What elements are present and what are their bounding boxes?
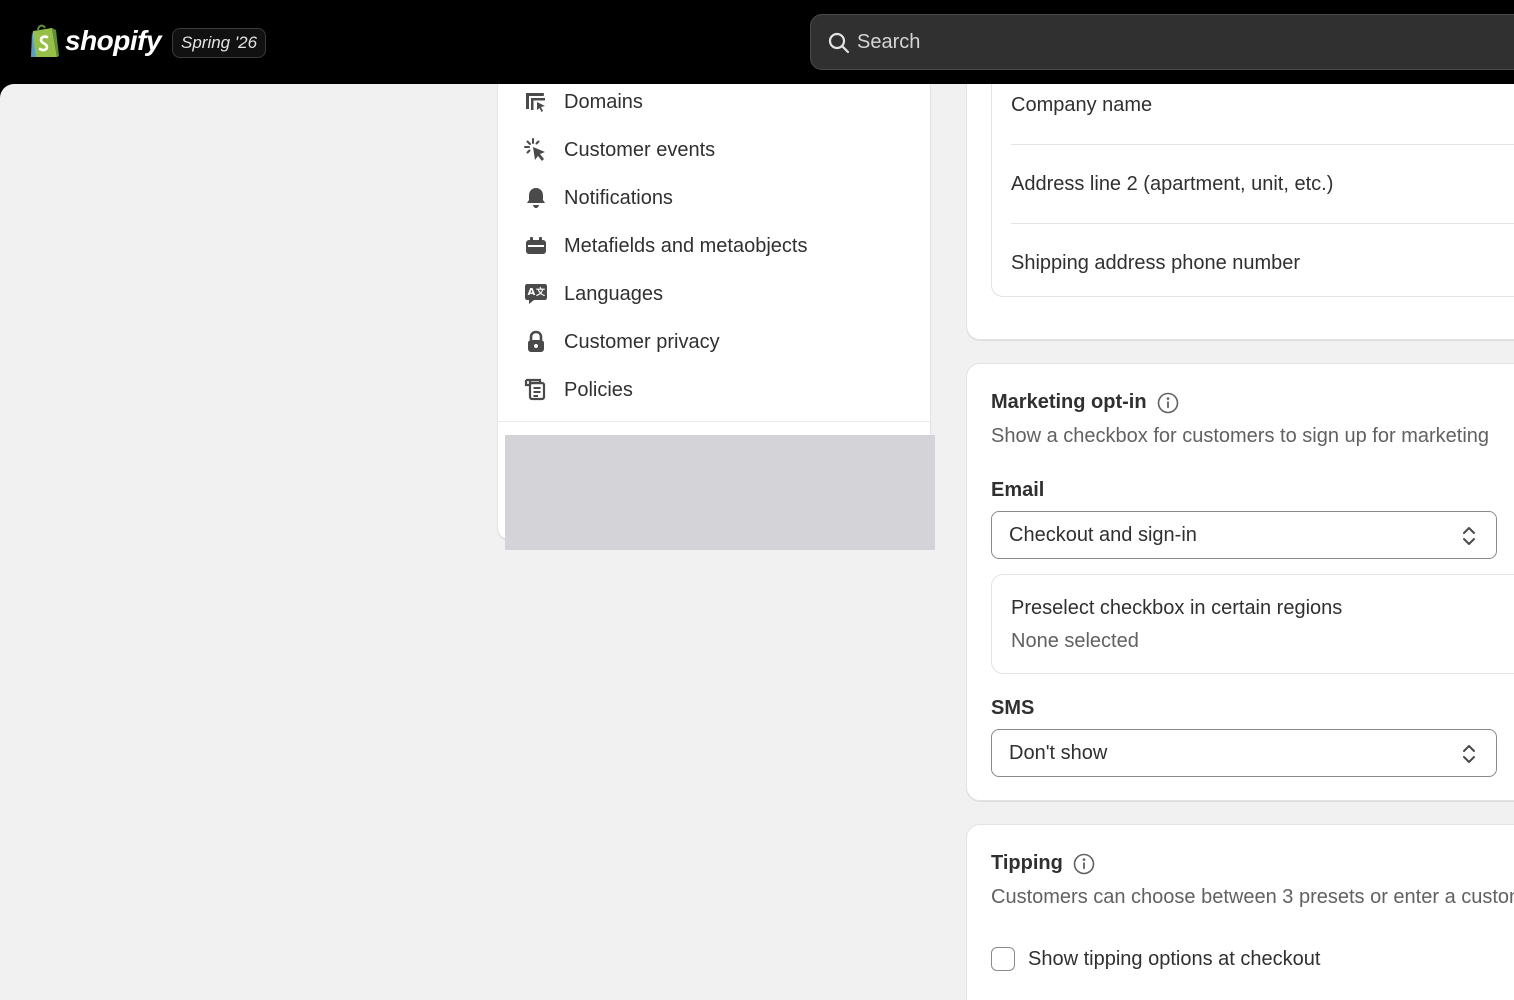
- lock-icon: [524, 330, 548, 354]
- nav-item-domains[interactable]: Domains: [524, 87, 643, 117]
- nav-item-notifications[interactable]: Notifications: [524, 183, 673, 213]
- version-badge[interactable]: Spring '26: [172, 28, 267, 58]
- address-fields-card: Company name Address line 2 (apartment, …: [966, 84, 1514, 340]
- address-fields-list: Company name Address line 2 (apartment, …: [991, 84, 1514, 297]
- field-row-address-line-2[interactable]: Address line 2 (apartment, unit, etc.): [1011, 145, 1514, 224]
- info-icon[interactable]: [1157, 392, 1179, 414]
- nav-item-customer-events[interactable]: Customer events: [524, 135, 715, 165]
- search-bar[interactable]: [810, 14, 1514, 70]
- marketing-description: Show a checkbox for customers to sign up…: [991, 425, 1490, 447]
- language-icon: A 文: [524, 282, 548, 306]
- chevron-up-down-icon: [1463, 745, 1475, 763]
- domains-icon: [524, 90, 548, 114]
- svg-text:文: 文: [535, 286, 546, 298]
- policies-icon: [524, 378, 548, 402]
- top-bar: shopify Spring '26: [0, 0, 1514, 84]
- tipping-checkbox[interactable]: [991, 947, 1015, 971]
- metafields-icon: [524, 234, 548, 258]
- chevron-up-down-icon: [1463, 527, 1475, 545]
- marketing-title: Marketing opt-in: [991, 391, 1179, 414]
- nav-item-policies[interactable]: Policies: [524, 375, 633, 405]
- nav-item-languages[interactable]: A 文 Languages: [524, 279, 663, 309]
- nav-item-metafields[interactable]: Metafields and metaobjects: [524, 231, 807, 261]
- bell-icon: [524, 186, 548, 210]
- preselect-regions-row[interactable]: Preselect checkbox in certain regions No…: [991, 574, 1514, 674]
- sms-label: SMS: [991, 697, 1035, 719]
- email-select[interactable]: Checkout and sign-in: [991, 511, 1497, 559]
- field-row-shipping-phone[interactable]: Shipping address phone number: [1011, 224, 1514, 303]
- brand-wordmark: shopify: [65, 25, 162, 56]
- tipping-description: Customers can choose between 3 presets o…: [991, 886, 1514, 908]
- shopify-logo[interactable]: shopify: [28, 22, 162, 60]
- tipping-card: Tipping Customers can choose between 3 p…: [966, 824, 1514, 1000]
- search-input[interactable]: [857, 25, 1457, 59]
- tipping-title: Tipping: [991, 852, 1095, 875]
- cursor-click-icon: [524, 138, 548, 162]
- sms-select[interactable]: Don't show: [991, 729, 1497, 777]
- marketing-opt-in-card: Marketing opt-in Show a checkbox for cus…: [966, 363, 1514, 801]
- shopify-bag-icon: [31, 24, 59, 57]
- redacted-overlay: [505, 435, 935, 550]
- svg-text:A: A: [528, 287, 536, 298]
- info-icon[interactable]: [1073, 853, 1095, 875]
- field-row-company-name[interactable]: Company name: [1011, 84, 1514, 145]
- email-label: Email: [991, 479, 1045, 501]
- nav-item-customer-privacy[interactable]: Customer privacy: [524, 327, 720, 357]
- preselect-value: None selected: [1011, 630, 1139, 652]
- main-content: Domains Customer events Notifications Me…: [0, 84, 1514, 1000]
- tipping-checkbox-label[interactable]: Show tipping options at checkout: [1028, 948, 1320, 971]
- search-icon: [828, 32, 850, 54]
- nav-divider: [498, 421, 932, 422]
